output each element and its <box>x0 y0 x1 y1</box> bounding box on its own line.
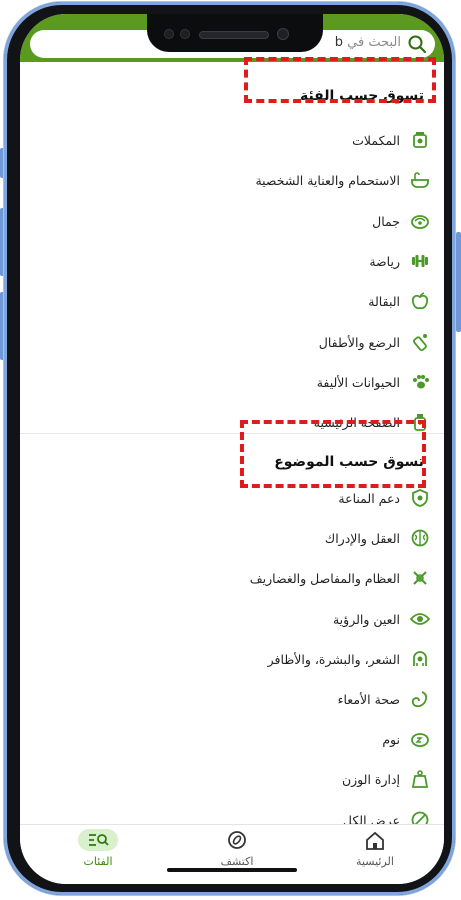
category-item-label: الاستحمام والعناية الشخصية <box>255 172 400 188</box>
topic-item-label: العين والرؤية <box>332 611 400 627</box>
search-icon[interactable] <box>407 34 427 54</box>
topic-item-sleep[interactable]: نوم <box>382 727 430 751</box>
immune-shield-icon <box>412 489 428 507</box>
topic-list: تسوق حسب الموضوع دعم المناعة العقل والإد… <box>20 434 444 829</box>
tab-home[interactable]: الرئيسية <box>330 829 420 868</box>
gut-icon <box>411 691 428 708</box>
front-camera <box>277 28 289 40</box>
bottom-tab-bar: الرئيسية اكتشف الفئات <box>20 824 444 884</box>
home-indicator <box>167 868 297 872</box>
category-item-bath[interactable]: الاستحمام والعناية الشخصية <box>255 168 430 192</box>
topic-item-gut[interactable]: صحة الأمعاء <box>338 687 430 711</box>
tab-discover[interactable]: اكتشف <box>192 829 282 868</box>
highlight-box-category <box>244 57 436 103</box>
dumbbell-icon <box>412 255 428 267</box>
bone-icon <box>413 571 427 585</box>
category-item-label: الرضع والأطفال <box>318 334 400 350</box>
tab-categories[interactable]: الفئات <box>53 829 143 868</box>
topic-item-label: إدارة الوزن <box>341 771 400 787</box>
topic-item-immune[interactable]: دعم المناعة <box>338 486 430 510</box>
topic-item-label: دعم المناعة <box>338 490 400 506</box>
home-icon <box>366 831 384 850</box>
categories-search-icon <box>78 829 118 851</box>
grocery-apple-icon <box>411 292 429 310</box>
topic-item-label: نوم <box>382 731 400 747</box>
hair-skin-icon <box>413 651 427 666</box>
beauty-icon <box>411 215 429 229</box>
category-item-label: المكملات <box>352 132 400 148</box>
category-item-label: البقالة <box>368 293 400 309</box>
paw-icon <box>413 375 429 389</box>
earpiece-speaker <box>199 31 269 39</box>
tab-label: اكتشف <box>220 855 254 868</box>
topic-item-label: صحة الأمعاء <box>337 691 400 707</box>
category-item-beauty[interactable]: جمال <box>372 209 430 233</box>
eye-icon <box>410 613 430 625</box>
topic-item-label: العظام والمفاصل والغضاريف <box>249 570 400 586</box>
category-item-label: جمال <box>372 213 400 229</box>
sensor-dot <box>180 29 190 39</box>
topic-item-label: الشعر، والبشرة، والأظافر <box>267 651 400 667</box>
tab-label: الفئات <box>83 855 113 868</box>
supplements-icon <box>413 132 427 148</box>
category-item-label: رياضة <box>369 253 400 269</box>
sleep-icon <box>411 733 429 747</box>
category-item-pets[interactable]: الحيوانات الأليفة <box>317 370 430 394</box>
topic-item-label: العقل والإدراك <box>324 530 400 546</box>
bath-icon <box>411 172 429 188</box>
topic-item-brain[interactable]: العقل والإدراك <box>325 526 430 550</box>
search-placeholder: البحث في b <box>334 35 401 50</box>
baby-bottle-icon <box>412 334 427 352</box>
category-list: تسوق حسب الفئة المكملات الاستحمام والعنا… <box>20 62 444 442</box>
compass-icon <box>228 831 246 849</box>
weight-icon <box>411 770 429 788</box>
notch <box>147 14 323 52</box>
topic-item-bones[interactable]: العظام والمفاصل والغضاريف <box>250 566 430 590</box>
category-item-label: الحيوانات الأليفة <box>316 374 400 390</box>
topic-item-weight[interactable]: إدارة الوزن <box>342 767 430 791</box>
highlight-box-topic <box>240 420 426 488</box>
phone-power-button <box>456 232 461 332</box>
category-item-baby[interactable]: الرضع والأطفال <box>319 330 430 354</box>
tab-label: الرئيسية <box>356 855 394 868</box>
topic-item-eye[interactable]: العين والرؤية <box>333 607 430 631</box>
category-item-sports[interactable]: رياضة <box>369 249 430 273</box>
topic-item-hair[interactable]: الشعر، والبشرة، والأظافر <box>268 647 430 671</box>
category-item-grocery[interactable]: البقالة <box>368 289 430 313</box>
category-item-supplements[interactable]: المكملات <box>352 128 430 152</box>
sensor-dot <box>164 29 174 39</box>
brain-icon <box>411 529 429 547</box>
